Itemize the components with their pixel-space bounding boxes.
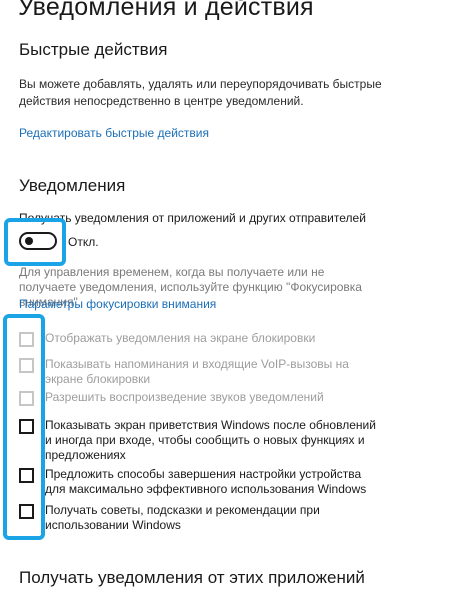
option-welcome-experience[interactable]: Показывать экран приветствия Windows пос… — [19, 418, 379, 463]
checkbox[interactable] — [19, 332, 34, 347]
option-label: Получать советы, подсказки и рекомендаци… — [45, 503, 320, 532]
quick-actions-description: Вы можете добавлять, удалять или переупо… — [19, 77, 382, 108]
notifications-toggle-state: Откл. — [68, 235, 99, 249]
checkbox[interactable] — [19, 358, 34, 373]
quick-actions-heading: Быстрые действия — [19, 40, 168, 59]
toggle-knob — [25, 237, 33, 245]
option-label: Разрешить воспроизведение звуков уведомл… — [45, 390, 324, 404]
page-title: Уведомления и действия — [18, 0, 314, 21]
checkbox[interactable] — [19, 419, 34, 434]
option-lock-screen-notifications[interactable]: Отображать уведомления на экране блокиро… — [19, 331, 379, 347]
checkbox[interactable] — [19, 391, 34, 406]
notifications-toggle-label: Получать уведомления от приложений и дру… — [19, 211, 366, 225]
option-lock-screen-reminders[interactable]: Показывать напоминания и входящие VoIP-в… — [19, 357, 379, 387]
option-finish-setup-suggestions[interactable]: Предложить способы завершения настройки … — [19, 467, 379, 497]
focus-assist-settings-link[interactable]: Параметры фокусировки внимания — [19, 297, 216, 311]
notifications-toggle[interactable] — [19, 232, 57, 250]
option-label: Показывать напоминания и входящие VoIP-в… — [45, 357, 349, 386]
checkbox[interactable] — [19, 468, 34, 483]
option-label: Предложить способы завершения настройки … — [45, 467, 367, 496]
apps-notifications-heading: Получать уведомления от этих приложений — [19, 568, 365, 587]
option-label: Показывать экран приветствия Windows пос… — [45, 418, 376, 462]
notifications-heading: Уведомления — [19, 176, 126, 195]
settings-page: Уведомления и действия Быстрые действия … — [0, 0, 474, 592]
edit-quick-actions-link[interactable]: Редактировать быстрые действия — [19, 126, 209, 140]
option-notification-sounds[interactable]: Разрешить воспроизведение звуков уведомл… — [19, 390, 379, 406]
checkbox[interactable] — [19, 504, 34, 519]
option-tips-and-suggestions[interactable]: Получать советы, подсказки и рекомендаци… — [19, 503, 379, 533]
option-label: Отображать уведомления на экране блокиро… — [45, 331, 316, 345]
